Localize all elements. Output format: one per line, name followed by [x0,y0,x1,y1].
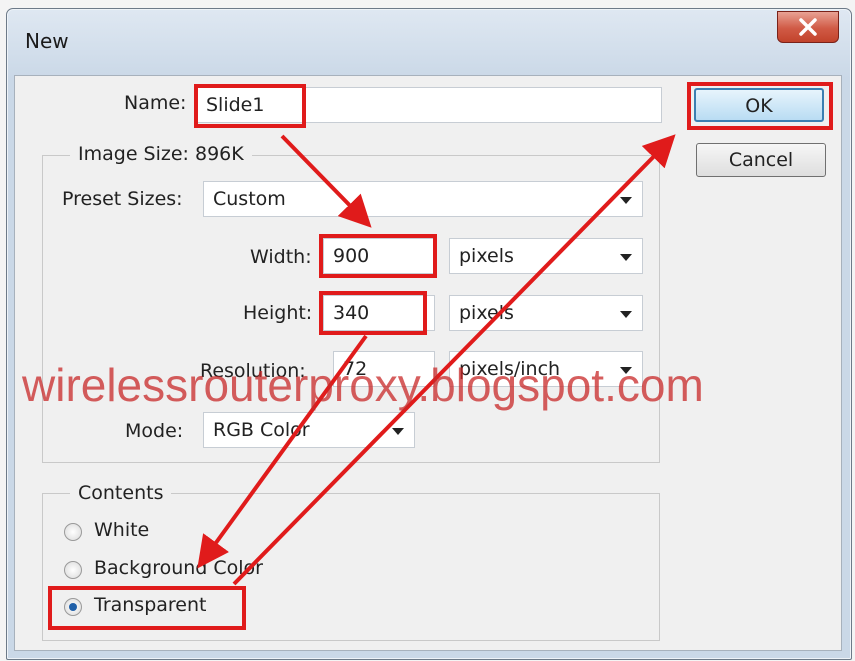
arrow-to-width [280,134,372,228]
watermark-text: wirelessrouterproxy.blogspot.com [22,359,704,411]
annotation-arrows [197,134,676,586]
